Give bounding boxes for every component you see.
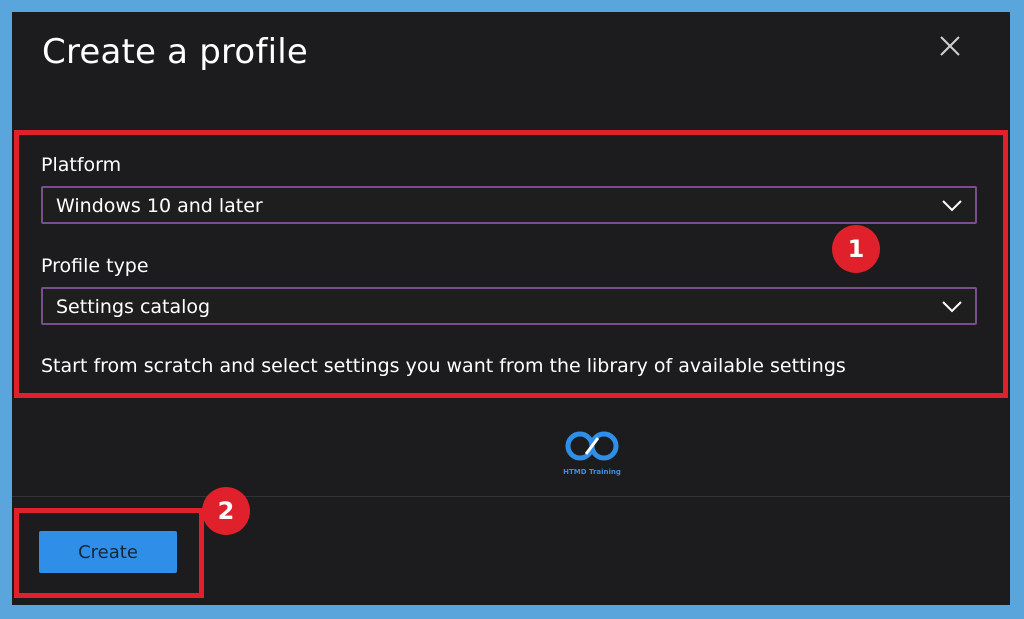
close-icon: [940, 36, 960, 56]
dialog-title: Create a profile: [42, 32, 309, 72]
create-profile-dialog: Create a profile Platform Windows 10 and…: [12, 12, 1010, 605]
watermark-text: HTMD Training: [563, 468, 621, 476]
htmd-logo-icon: [565, 431, 619, 461]
profile-type-label: Profile type: [41, 255, 149, 277]
annotation-badge-1: 1: [832, 225, 880, 273]
footer-divider: [12, 496, 1010, 497]
chevron-down-icon: [942, 200, 962, 212]
watermark-logo: HTMD Training: [552, 422, 632, 480]
close-button[interactable]: [934, 30, 966, 62]
create-button[interactable]: Create: [39, 531, 177, 573]
platform-dropdown[interactable]: Windows 10 and later: [41, 186, 977, 224]
profile-type-dropdown[interactable]: Settings catalog: [41, 287, 977, 325]
chevron-down-icon: [942, 301, 962, 313]
annotation-badge-2: 2: [202, 487, 250, 535]
platform-label: Platform: [41, 154, 122, 176]
platform-value: Windows 10 and later: [56, 195, 263, 217]
profile-type-value: Settings catalog: [56, 296, 211, 318]
profile-type-description: Start from scratch and select settings y…: [41, 355, 846, 377]
